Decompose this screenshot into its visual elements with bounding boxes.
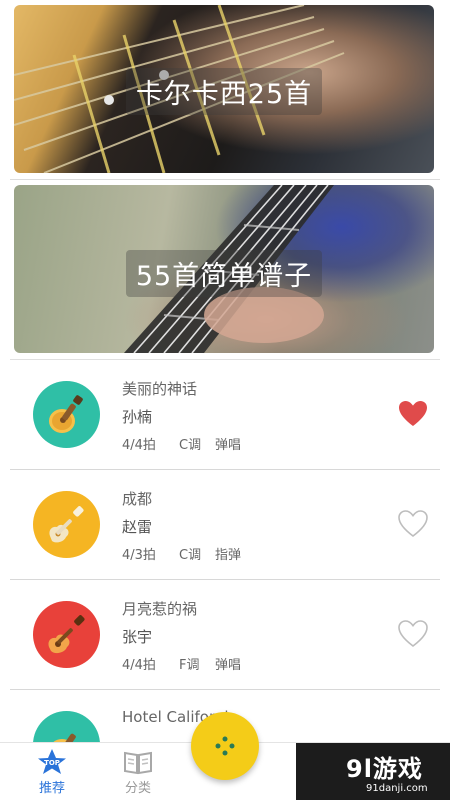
list-item[interactable]: 成都 赵雷 4/3拍 C调 指弹 — [0, 470, 450, 580]
watermark-url: 91danji.com — [366, 783, 428, 794]
nav-label-category: 分类 — [124, 781, 151, 796]
banner-title: 卡尔卡西25首 — [125, 67, 323, 115]
nav-tab-category[interactable]: 分类 — [108, 749, 168, 796]
song-artist: 张宇 — [122, 628, 153, 646]
song-style: 弹唱 — [215, 658, 242, 673]
dots-icon — [215, 736, 235, 756]
watermark: 9l游戏 91danji.com — [296, 743, 450, 800]
fab-button[interactable] — [191, 712, 259, 780]
acoustic-guitar-icon — [33, 601, 100, 668]
banner-carcassi[interactable]: 卡尔卡西25首 — [14, 5, 434, 173]
divider — [10, 179, 440, 180]
song-title: 美丽的神话 — [122, 380, 198, 398]
song-key: F调 — [179, 658, 200, 673]
song-key: C调 — [179, 548, 202, 563]
song-title: 成都 — [122, 490, 153, 508]
song-meta: 4/3拍 C调 指弹 — [122, 544, 241, 563]
favorite-heart-icon[interactable] — [397, 398, 429, 430]
song-beat: 4/3拍 — [122, 548, 156, 563]
song-artist: 孙楠 — [122, 408, 153, 426]
song-style: 指弹 — [215, 548, 242, 563]
song-beat: 4/4拍 — [122, 438, 156, 453]
favorite-heart-icon[interactable] — [397, 508, 429, 540]
top-star-icon: TOP — [38, 749, 66, 774]
song-style: 弹唱 — [215, 438, 242, 453]
nav-label-recommend: 推荐 — [38, 781, 65, 796]
top-badge: TOP — [44, 759, 60, 767]
book-icon — [124, 751, 152, 775]
song-beat: 4/4拍 — [122, 658, 156, 673]
list-item[interactable]: 月亮惹的祸 张宇 4/4拍 F调 弹唱 — [0, 580, 450, 690]
watermark-brand: 9l游戏 — [346, 755, 423, 783]
song-key: C调 — [179, 438, 202, 453]
banner-title: 55首简单谱子 — [125, 249, 323, 297]
list-item[interactable]: 美丽的神话 孙楠 4/4拍 C调 弹唱 — [0, 360, 450, 470]
song-artist: 赵雷 — [122, 518, 153, 536]
electric-guitar-icon — [33, 491, 100, 558]
song-meta: 4/4拍 F调 弹唱 — [122, 654, 241, 673]
song-meta: 4/4拍 C调 弹唱 — [122, 434, 241, 453]
lute-icon — [33, 381, 100, 448]
nav-tab-recommend[interactable]: TOP 推荐 — [22, 749, 82, 796]
banner-55-simple-scores[interactable]: 55首简单谱子 — [14, 185, 434, 353]
song-title: 月亮惹的祸 — [122, 600, 198, 618]
favorite-heart-icon[interactable] — [397, 618, 429, 650]
